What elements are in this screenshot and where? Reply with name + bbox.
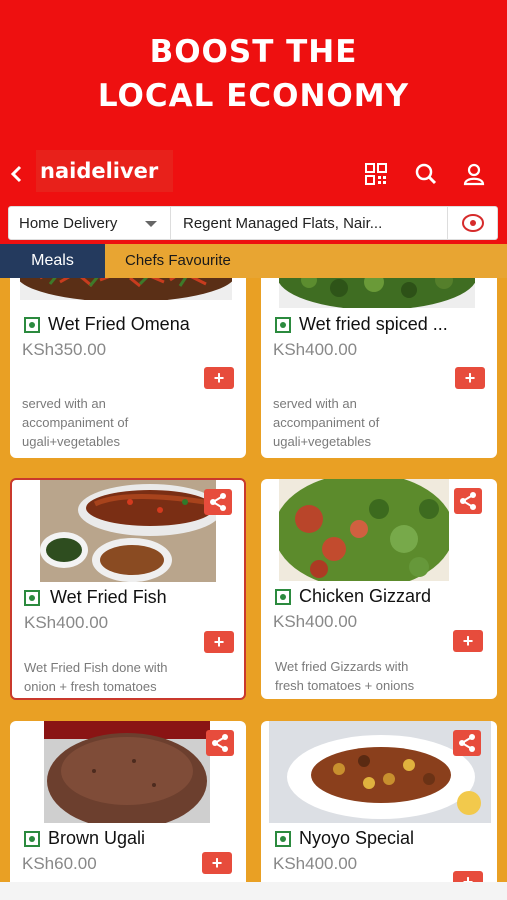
user-icon[interactable] [462,162,486,186]
veg-indicator-icon [24,317,40,333]
delivery-address[interactable]: Regent Managed Flats, Nair... [183,215,443,232]
meal-name: Brown Ugali [48,828,146,848]
meal-description: Wet Fried Fish done with onion + fresh t… [24,660,168,694]
meal-image [279,278,475,308]
veg-indicator-icon [24,831,40,847]
meal-image [44,721,210,823]
chevron-left-icon[interactable] [8,162,26,186]
meal-name: Chicken Gizzard [299,586,432,606]
share-icon [459,734,475,752]
veg-indicator-icon [275,589,291,605]
meal-name: Wet fried spiced ... [299,314,448,334]
delivery-mode-select[interactable]: Home Delivery [9,207,171,239]
share-button[interactable] [453,730,481,756]
app-header: naideliver [0,150,507,200]
meal-card[interactable]: Chicken Gizzard KSh400.00 + Wet fried Gi… [261,479,497,699]
share-icon [212,734,228,752]
share-icon [460,492,476,510]
add-to-cart-button[interactable]: + [453,871,483,882]
share-icon [210,493,226,511]
qr-code-icon[interactable] [364,162,388,186]
meal-card[interactable]: Brown Ugali KSh60.00 + [10,721,246,882]
target-location-icon [462,214,484,232]
add-to-cart-button[interactable]: + [455,367,485,389]
meal-name: Wet Fried Omena [48,314,190,334]
meal-name: Wet Fried Fish [50,587,167,607]
meal-description: served with an accompaniment of ugali+ve… [273,396,380,449]
meal-image [279,479,449,581]
meal-price: KSh400.00 [273,340,358,359]
veg-indicator-icon [24,590,40,606]
banner-title: BOOST THE LOCAL ECONOMY [0,30,507,118]
bottom-bar [0,882,507,900]
caret-down-icon [145,221,157,227]
search-icon[interactable] [414,162,438,186]
share-button[interactable] [204,489,232,515]
category-tabs: Meals Chefs Favourite [0,244,507,278]
meal-description: Wet fried Gizzards with fresh tomatoes +… [275,659,415,693]
add-to-cart-button[interactable]: + [202,852,232,874]
delivery-filter-bar: Home Delivery Regent Managed Flats, Nair… [8,206,498,240]
share-button[interactable] [206,730,234,756]
meal-image [40,480,216,582]
meal-card[interactable]: Nyoyo Special KSh400.00 + [261,721,497,882]
add-to-cart-button[interactable]: + [204,367,234,389]
meal-price: KSh60.00 [22,854,97,873]
meal-price: KSh350.00 [22,340,107,359]
meal-price: KSh400.00 [273,612,358,631]
delivery-mode-label: Home Delivery [19,215,118,232]
meal-price: KSh400.00 [24,613,109,632]
banner-line-1: BOOST THE [149,34,358,70]
meal-description: served with an accompaniment of ugali+ve… [22,396,129,449]
add-to-cart-button[interactable]: + [453,630,483,652]
meal-grid: Wet Fried Omena KSh350.00 + served with … [0,278,507,882]
tab-meals[interactable]: Meals [0,244,105,278]
veg-indicator-icon [275,831,291,847]
tab-chefs-favourite[interactable]: Chefs Favourite [125,244,231,278]
meal-card[interactable]: Wet Fried Omena KSh350.00 + served with … [10,278,246,458]
locate-button[interactable] [447,207,497,239]
promo-banner: BOOST THE LOCAL ECONOMY naideliver Home … [0,0,507,244]
brand-logo[interactable]: naideliver [36,150,173,192]
add-to-cart-button[interactable]: + [204,631,234,653]
meal-image [20,278,232,300]
meal-name: Nyoyo Special [299,828,415,848]
meal-card[interactable]: Wet Fried Fish KSh400.00 + Wet Fried Fis… [10,478,246,700]
meal-card[interactable]: Wet fried spiced ... KSh400.00 + served … [261,278,497,458]
share-button[interactable] [454,488,482,514]
banner-line-2: LOCAL ECONOMY [97,78,410,114]
meal-price: KSh400.00 [273,854,358,873]
veg-indicator-icon [275,317,291,333]
